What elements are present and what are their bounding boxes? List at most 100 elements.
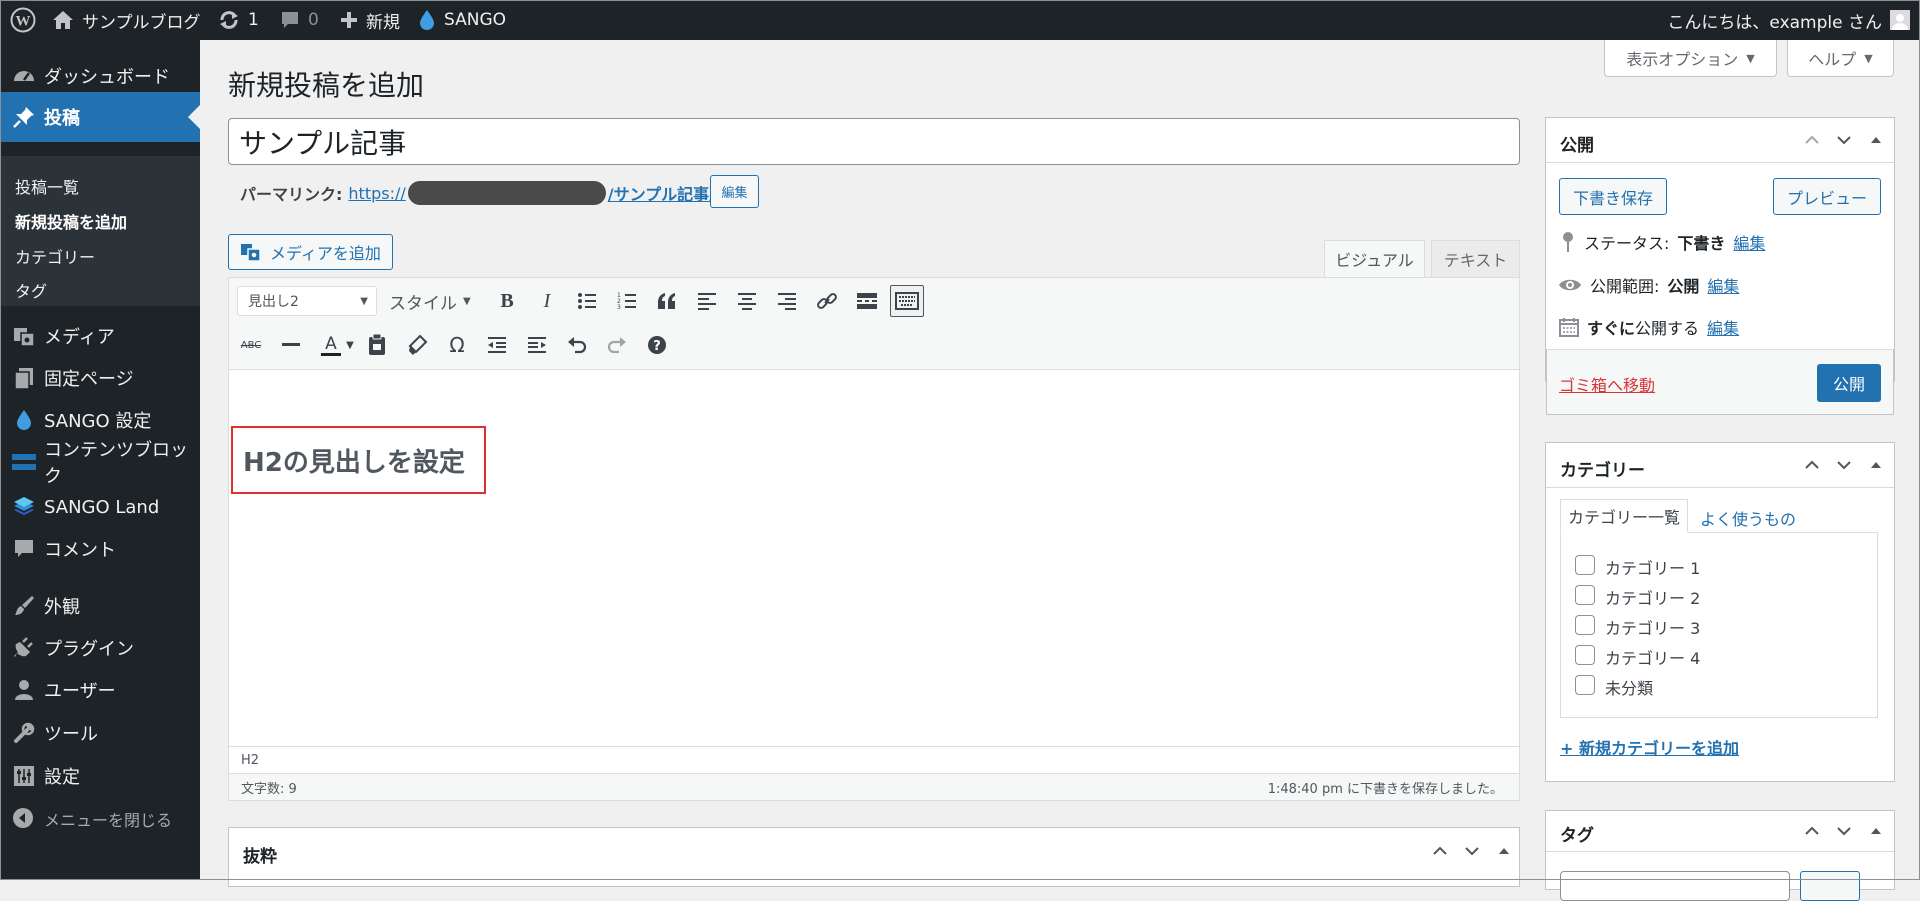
- preview-button[interactable]: プレビュー: [1773, 178, 1881, 215]
- sidebar-item-content-blocks[interactable]: コンテンツブロック: [0, 440, 200, 487]
- chevron-down-icon[interactable]: [1835, 456, 1853, 474]
- format-select[interactable]: 見出し2 ▼: [237, 286, 377, 316]
- chevron-down-icon[interactable]: [1463, 842, 1481, 860]
- caret-down-icon[interactable]: ▼: [343, 333, 357, 357]
- horizontal-line-icon[interactable]: [279, 333, 303, 357]
- chevron-down-icon[interactable]: [1835, 131, 1853, 149]
- permalink-edit-button[interactable]: 編集: [710, 175, 759, 208]
- admin-sidebar: ダッシュボード 投稿 投稿一覧 新規投稿を追加 カテゴリー タグ メディア 固定…: [0, 40, 200, 880]
- undo-icon[interactable]: [565, 333, 589, 357]
- chevron-up-icon[interactable]: [1431, 842, 1449, 860]
- category-item[interactable]: カテゴリー 1: [1575, 555, 1855, 578]
- toggle-arrow-icon[interactable]: [1867, 456, 1885, 474]
- link-icon[interactable]: [815, 289, 839, 313]
- add-new-category-link[interactable]: + 新規カテゴリーを追加: [1560, 735, 1739, 759]
- submenu-tags[interactable]: タグ: [15, 278, 47, 302]
- account-menu[interactable]: こんにちは、example さん: [1667, 0, 1910, 40]
- status-value: 下書き: [1677, 234, 1726, 253]
- visibility-edit-link[interactable]: 編集: [1707, 273, 1739, 297]
- trash-link[interactable]: ゴミ箱へ移動: [1559, 372, 1655, 396]
- tab-text[interactable]: テキスト: [1431, 240, 1520, 277]
- collapse-menu-button[interactable]: メニューを閉じる: [0, 799, 200, 839]
- sidebar-item-sango-land[interactable]: SANGO Land: [0, 487, 200, 527]
- paste-text-icon[interactable]: [365, 333, 389, 357]
- permalink-link[interactable]: https:// /サンプル記事/: [348, 181, 715, 205]
- indent-icon[interactable]: [525, 333, 549, 357]
- tab-visual[interactable]: ビジュアル: [1324, 240, 1425, 277]
- site-name: サンプルブログ: [82, 12, 201, 33]
- sidebar-item-users[interactable]: ユーザー: [0, 670, 200, 710]
- align-left-icon[interactable]: [695, 289, 719, 313]
- align-center-icon[interactable]: [735, 289, 759, 313]
- sidebar-item-sango-settings[interactable]: SANGO 設定: [0, 400, 200, 440]
- sidebar-item-pages[interactable]: 固定ページ: [0, 358, 200, 398]
- blockquote-icon[interactable]: [655, 289, 679, 313]
- help-tab[interactable]: ヘルプ ▼: [1787, 40, 1894, 77]
- content-heading[interactable]: H2の見出しを設定: [231, 426, 486, 494]
- wordpress-logo-icon[interactable]: W: [10, 0, 36, 40]
- post-title-input[interactable]: サンプル記事: [228, 118, 1520, 165]
- redo-icon[interactable]: [605, 333, 629, 357]
- comments-link[interactable]: 0: [280, 0, 319, 40]
- checkbox[interactable]: [1575, 555, 1595, 575]
- editor-content-area[interactable]: H2の見出しを設定: [229, 371, 1519, 746]
- help-icon[interactable]: ?: [645, 333, 669, 357]
- tab-popular-categories[interactable]: よく使うもの: [1700, 506, 1796, 530]
- submenu-categories[interactable]: カテゴリー: [15, 244, 95, 268]
- checkbox[interactable]: [1575, 675, 1595, 695]
- sango-link[interactable]: SANGO: [418, 0, 506, 40]
- bullet-list-icon[interactable]: [575, 289, 599, 313]
- checkbox[interactable]: [1575, 615, 1595, 635]
- strikethrough-icon[interactable]: ABC: [239, 333, 263, 357]
- chevron-up-icon[interactable]: [1803, 131, 1821, 149]
- sidebar-item-appearance[interactable]: 外観: [0, 586, 200, 626]
- toggle-arrow-icon[interactable]: [1495, 842, 1513, 860]
- checkbox[interactable]: [1575, 585, 1595, 605]
- clear-formatting-icon[interactable]: [405, 333, 429, 357]
- site-name-link[interactable]: サンプルブログ: [52, 0, 201, 40]
- submenu-add-new[interactable]: 新規投稿を追加: [15, 209, 127, 233]
- tab-all-categories[interactable]: カテゴリー一覧: [1560, 499, 1688, 533]
- format-select-value: 見出し2: [248, 294, 299, 310]
- sidebar-item-plugins[interactable]: プラグイン: [0, 628, 200, 668]
- publish-button-label: 公開: [1832, 375, 1865, 394]
- outdent-icon[interactable]: [485, 333, 509, 357]
- schedule-edit-link[interactable]: 編集: [1707, 315, 1739, 339]
- category-item[interactable]: カテゴリー 3: [1575, 615, 1855, 638]
- new-content-link[interactable]: 新規: [340, 0, 400, 40]
- tag-add-button[interactable]: [1800, 871, 1860, 901]
- sidebar-item-posts[interactable]: 投稿: [0, 92, 200, 142]
- checkbox[interactable]: [1575, 645, 1595, 665]
- bold-icon[interactable]: B: [495, 289, 519, 313]
- chevron-up-icon[interactable]: [1803, 822, 1821, 840]
- chevron-up-icon[interactable]: [1803, 456, 1821, 474]
- screen-options-tab[interactable]: 表示オプション ▼: [1604, 40, 1777, 77]
- updates-link[interactable]: 1: [218, 0, 259, 40]
- save-draft-button[interactable]: 下書き保存: [1559, 178, 1667, 215]
- toolbar-toggle-icon[interactable]: [890, 285, 924, 317]
- special-character-icon[interactable]: Ω: [445, 333, 469, 357]
- add-media-button[interactable]: メディアを追加: [228, 234, 393, 270]
- sidebar-item-settings[interactable]: 設定: [0, 756, 200, 796]
- toggle-arrow-icon[interactable]: [1867, 131, 1885, 149]
- chevron-down-icon[interactable]: [1835, 822, 1853, 840]
- sidebar-item-comments[interactable]: コメント: [0, 529, 200, 569]
- align-right-icon[interactable]: [775, 289, 799, 313]
- italic-icon[interactable]: I: [535, 289, 559, 313]
- submenu-all-posts[interactable]: 投稿一覧: [15, 174, 79, 198]
- status-edit-link[interactable]: 編集: [1733, 230, 1765, 254]
- sidebar-item-tools[interactable]: ツール: [0, 713, 200, 753]
- sidebar-item-dashboard[interactable]: ダッシュボード: [0, 56, 200, 96]
- schedule-bold: すぐに: [1587, 319, 1636, 338]
- publish-button[interactable]: 公開: [1817, 364, 1881, 402]
- read-more-icon[interactable]: [855, 289, 879, 313]
- style-select[interactable]: スタイル ▼: [389, 286, 487, 316]
- tag-input[interactable]: [1560, 871, 1790, 901]
- category-item[interactable]: カテゴリー 2: [1575, 585, 1855, 608]
- category-item[interactable]: カテゴリー 4: [1575, 645, 1855, 668]
- sidebar-item-media[interactable]: メディア: [0, 316, 200, 356]
- category-item[interactable]: 未分類: [1575, 675, 1855, 698]
- numbered-list-icon[interactable]: 123: [615, 289, 639, 313]
- text-color-icon[interactable]: A: [319, 333, 343, 357]
- toggle-arrow-icon[interactable]: [1867, 822, 1885, 840]
